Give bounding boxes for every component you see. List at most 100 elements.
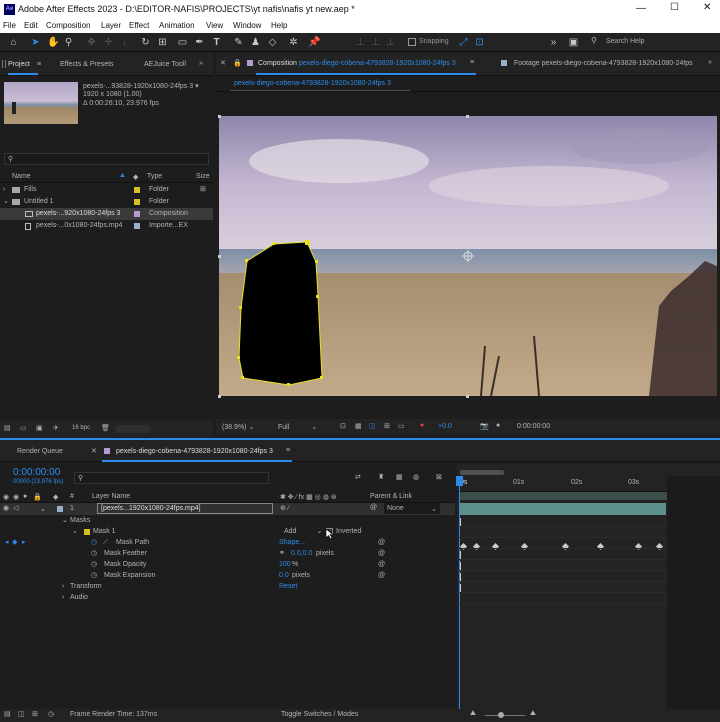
layer-switches[interactable]: ⊕ ∕ <box>280 504 289 512</box>
column-name[interactable]: Name <box>12 173 31 180</box>
project-settings-icon[interactable]: ✈ <box>53 424 59 432</box>
workspace-icon[interactable]: ▣ <box>568 37 579 48</box>
menu-composition[interactable]: Composition <box>46 21 90 30</box>
hide-shy-layers-icon[interactable]: ▦ <box>396 473 403 481</box>
zoom-slider-handle[interactable] <box>498 712 504 718</box>
pan-tool-icon[interactable]: ✛ <box>103 37 114 48</box>
lock-icon[interactable]: 🔒 <box>233 59 242 67</box>
maximize-button[interactable]: ☐ <box>670 2 679 13</box>
rotate-tool-icon[interactable]: ↻ <box>140 37 151 48</box>
solo-icon[interactable]: ● <box>23 493 27 500</box>
timeline-search-input[interactable]: ⚲ <box>74 472 269 484</box>
tab-aejuice[interactable]: AEJuice Tooll <box>144 61 186 68</box>
clone-stamp-tool-icon[interactable]: ♟ <box>250 37 261 48</box>
comp-mini-flowchart-icon[interactable]: ⇄ <box>355 473 361 481</box>
orbit-tool-icon[interactable]: ✥ <box>86 37 97 48</box>
lock-icon[interactable]: 🔒 <box>33 493 42 501</box>
view-axis-icon[interactable]: ⊥ <box>385 37 396 48</box>
exposure-value[interactable]: +0.0 <box>438 423 452 430</box>
timeline-zoom-slider[interactable] <box>485 715 525 716</box>
selection-tool-icon[interactable]: ➤ <box>30 37 41 48</box>
type-tool-icon[interactable]: T <box>211 37 222 48</box>
bpc-label[interactable]: 16 bpc <box>72 425 90 431</box>
render-time-pane-icon[interactable]: ◷ <box>48 710 54 718</box>
interpret-footage-icon[interactable]: ▤ <box>4 424 11 432</box>
draft-3d-icon[interactable]: ♜ <box>378 473 384 481</box>
list-item[interactable]: pexels-...0x1080-24fps.mp4 Importe...EX <box>0 220 213 232</box>
tab-project[interactable]: Project <box>8 61 30 68</box>
rectangle-tool-icon[interactable]: ▭ <box>177 37 188 48</box>
playhead-handle[interactable] <box>456 476 463 486</box>
zoom-dropdown[interactable]: (38.9%) ⌄ <box>222 423 254 431</box>
home-icon[interactable]: ⌂ <box>8 37 19 48</box>
close-icon[interactable]: ✕ <box>91 447 97 455</box>
trash-icon[interactable]: 🗑 <box>101 424 110 432</box>
transfer-controls-pane-icon[interactable]: ◫ <box>18 710 25 718</box>
zoom-tool-icon[interactable]: ⚲ <box>63 37 74 48</box>
search-help-field[interactable]: ⚲ Search Help <box>588 36 714 49</box>
in-out-pane-icon[interactable]: ⊞ <box>32 710 38 718</box>
property-row[interactable]: › Audio <box>0 592 455 604</box>
resolution-dropdown[interactable]: Full ⌄ <box>278 423 328 431</box>
mask-visibility-icon[interactable]: ◫ <box>369 422 376 430</box>
viewer-timecode[interactable]: 0:00:00:00 <box>517 423 550 430</box>
region-of-interest-icon[interactable]: ⊡ <box>340 422 346 430</box>
mask-color-swatch[interactable] <box>84 529 90 535</box>
toggle-switches-modes[interactable]: Toggle Switches / Modes <box>281 711 358 718</box>
transparency-grid-icon[interactable]: ▦ <box>355 422 362 430</box>
snap-option-icon[interactable]: ⤢ <box>458 37 469 48</box>
column-layer-name[interactable]: Layer Name <box>92 493 130 500</box>
tab-composition[interactable]: Composition pexels-diego-cobena-4793828-… <box>258 60 456 67</box>
grid-guides-icon[interactable]: ⊞ <box>384 422 390 430</box>
color-management-icon[interactable]: ● <box>420 422 424 429</box>
timeline-track-area[interactable]: 0s 01s 02s 03s 04s <box>456 464 720 722</box>
more-tabs-icon[interactable]: » <box>708 59 712 66</box>
menu-layer[interactable]: Layer <box>101 21 121 30</box>
snapshot-icon[interactable]: 📷 <box>480 422 489 430</box>
zoom-out-icon[interactable]: ⛰ <box>470 710 476 718</box>
audio-toggle-icon[interactable]: ◉ <box>13 493 19 501</box>
close-icon[interactable]: ✕ <box>220 59 226 67</box>
panel-options-icon[interactable]: ≡ <box>286 447 290 454</box>
pen-tool-icon[interactable]: ✒ <box>194 37 205 48</box>
minimize-button[interactable]: — <box>636 3 646 14</box>
tab-render-queue[interactable]: Render Queue <box>17 448 63 455</box>
panel-options-icon[interactable]: ≡ <box>37 61 41 68</box>
tab-timeline-comp[interactable]: pexels-diego-cobena-4793828-1920x1080-24… <box>116 448 273 455</box>
column-type[interactable]: Type <box>147 173 162 180</box>
dolly-tool-icon[interactable]: ↓ <box>119 37 130 48</box>
label-tag-icon[interactable]: ◆ <box>133 173 138 181</box>
layer-row[interactable]: ◉ ◁ ⌄ 1 [pexels...1920x1080-24fps.mp4] ⊕… <box>0 503 455 515</box>
layer-name[interactable]: [pexels...1920x1080-24fps.mp4] <box>97 503 273 514</box>
tab-effects-presets[interactable]: Effects & Presets <box>60 61 114 68</box>
new-folder-icon[interactable]: ▭ <box>20 424 27 432</box>
brush-tool-icon[interactable]: ✎ <box>233 37 244 48</box>
hand-tool-icon[interactable]: ✋ <box>47 37 59 48</box>
menu-edit[interactable]: Edit <box>24 21 38 30</box>
axis-mode-icon[interactable]: ⊥ <box>355 37 366 48</box>
comp-viewer[interactable] <box>219 116 717 397</box>
column-size[interactable]: Size <box>196 173 210 180</box>
comp-breadcrumb[interactable]: pexels-diego-cobena-4793828-1920x1080-24… <box>234 80 391 87</box>
more-tabs-icon[interactable]: » <box>199 60 203 67</box>
frame-blending-icon[interactable]: ◍ <box>413 473 419 481</box>
parent-dropdown[interactable]: None ⌄ <box>384 503 440 514</box>
preview-name[interactable]: pexels-...93828-1920x1080-24fps 3 ▾ <box>83 82 199 90</box>
menu-view[interactable]: View <box>206 21 223 30</box>
puppet-pin-tool-icon[interactable]: 📌 <box>308 37 320 48</box>
snapping-checkbox[interactable] <box>408 38 416 46</box>
panel-options-icon[interactable]: ≡ <box>470 59 474 66</box>
label-tag-icon[interactable]: ◆ <box>53 493 58 501</box>
list-item[interactable]: › Fills Folder ⊞ <box>0 184 213 196</box>
timeline-timecode[interactable]: 0:00:00:00 <box>13 467 60 478</box>
show-snapshot-icon[interactable]: ● <box>496 422 500 429</box>
video-toggle-icon[interactable]: ◉ <box>3 493 9 501</box>
layer-duration-bar[interactable] <box>460 503 666 515</box>
channels-icon[interactable]: ▭ <box>398 422 405 430</box>
list-item[interactable]: ⌄ Untitled 1 Folder <box>0 196 213 208</box>
expand-panels-icon[interactable]: » <box>548 37 559 48</box>
speaker-icon[interactable]: ◁ <box>13 504 18 512</box>
menu-effect[interactable]: Effect <box>129 21 149 30</box>
menu-animation[interactable]: Animation <box>159 21 195 30</box>
pan-behind-tool-icon[interactable]: ⊞ <box>157 37 168 48</box>
